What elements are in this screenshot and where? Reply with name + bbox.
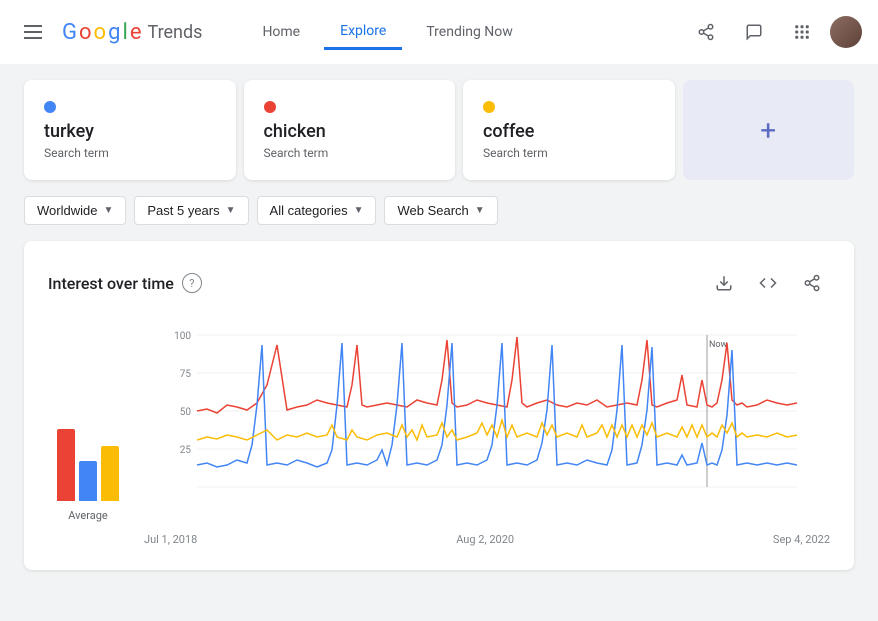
embed-button[interactable]: [750, 265, 786, 301]
coffee-sub: Search term: [483, 146, 655, 160]
chart-container: Average 100 75 50 25: [48, 325, 830, 546]
add-term-button[interactable]: +: [683, 80, 855, 180]
avg-label: Average: [68, 509, 108, 522]
apps-icon-button[interactable]: [782, 12, 822, 52]
category-chevron-icon: ▼: [354, 205, 364, 216]
location-filter-label: Worldwide: [37, 203, 97, 218]
chart-average: Average: [48, 325, 128, 546]
logo-letter-o1: o: [79, 20, 92, 45]
nav-item-explore[interactable]: Explore: [324, 15, 402, 50]
help-icon[interactable]: ?: [182, 273, 202, 293]
chicken-title: chicken: [264, 121, 436, 142]
x-label-0: Jul 1, 2018: [144, 533, 197, 546]
share-chart-button[interactable]: [794, 265, 830, 301]
coffee-dot: [483, 101, 495, 113]
logo-letter-o2: o: [94, 20, 107, 45]
share-icon-button[interactable]: [686, 12, 726, 52]
search-card-chicken[interactable]: chicken Search term: [244, 80, 456, 180]
search-card-coffee[interactable]: coffee Search term: [463, 80, 675, 180]
avg-bar-coffee: [101, 446, 119, 501]
logo[interactable]: Google Trends: [62, 20, 202, 45]
nav-item-home[interactable]: Home: [246, 16, 316, 48]
x-label-2: Sep 4, 2022: [773, 533, 830, 546]
chart-header: Interest over time ?: [48, 265, 830, 301]
download-button[interactable]: [706, 265, 742, 301]
search-card-turkey[interactable]: turkey Search term: [24, 80, 236, 180]
main-content: turkey Search term chicken Search term c…: [0, 64, 878, 586]
logo-letter-e: e: [130, 20, 142, 45]
plus-icon: +: [760, 114, 776, 147]
time-filter-label: Past 5 years: [147, 203, 219, 218]
category-filter[interactable]: All categories ▼: [257, 196, 377, 225]
logo-letter-g2: g: [108, 20, 120, 45]
nav-item-trending[interactable]: Trending Now: [410, 16, 528, 48]
type-filter[interactable]: Web Search ▼: [384, 196, 497, 225]
chart-title-group: Interest over time ?: [48, 273, 202, 293]
logo-letter-l: l: [122, 20, 127, 45]
time-chevron-icon: ▼: [226, 205, 236, 216]
avg-bar-chicken: [57, 429, 75, 501]
chicken-dot: [264, 101, 276, 113]
svg-text:25: 25: [180, 445, 192, 456]
x-axis-labels: Jul 1, 2018 Aug 2, 2020 Sep 4, 2022: [144, 529, 830, 546]
header: Google Trends Home Explore Trending Now: [0, 0, 878, 64]
location-filter[interactable]: Worldwide ▼: [24, 196, 126, 225]
turkey-dot: [44, 101, 56, 113]
chart-svg: 100 75 50 25 Now: [144, 325, 830, 525]
chart-section: Interest over time ?: [24, 241, 854, 570]
logo-trends: Trends: [147, 22, 202, 43]
svg-text:50: 50: [180, 407, 192, 418]
turkey-title: turkey: [44, 121, 216, 142]
header-left: Google Trends Home Explore Trending Now: [16, 15, 529, 50]
time-filter[interactable]: Past 5 years ▼: [134, 196, 248, 225]
avatar[interactable]: [830, 16, 862, 48]
chicken-sub: Search term: [264, 146, 436, 160]
header-right: [686, 12, 862, 52]
category-filter-label: All categories: [270, 203, 348, 218]
svg-text:100: 100: [174, 331, 191, 342]
turkey-sub: Search term: [44, 146, 216, 160]
coffee-title: coffee: [483, 121, 655, 142]
x-label-1: Aug 2, 2020: [456, 533, 514, 546]
type-chevron-icon: ▼: [475, 205, 485, 216]
logo-letter-g: G: [62, 20, 77, 45]
avg-bars: [57, 401, 119, 501]
main-nav: Home Explore Trending Now: [246, 15, 528, 50]
type-filter-label: Web Search: [397, 203, 468, 218]
avg-bar-turkey: [79, 461, 97, 501]
svg-text:Now: Now: [709, 340, 728, 350]
location-chevron-icon: ▼: [103, 205, 113, 216]
chart-title: Interest over time: [48, 274, 174, 293]
menu-button[interactable]: [16, 17, 50, 47]
search-terms-row: turkey Search term chicken Search term c…: [24, 80, 854, 180]
svg-text:75: 75: [180, 369, 192, 380]
chart-actions: [706, 265, 830, 301]
chart-graph: 100 75 50 25 Now Jul 1, 2018: [144, 325, 830, 546]
filters-row: Worldwide ▼ Past 5 years ▼ All categorie…: [24, 196, 854, 225]
message-icon-button[interactable]: [734, 12, 774, 52]
